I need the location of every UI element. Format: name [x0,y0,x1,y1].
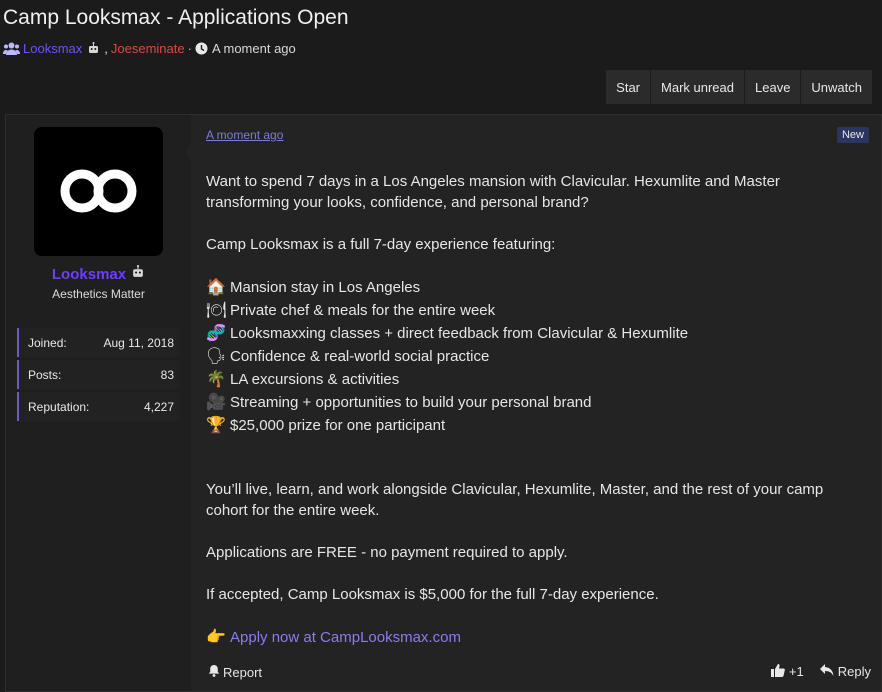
thread-time[interactable]: A moment ago [212,41,296,56]
feature-text: Confidence & real-world social practice [230,348,490,365]
pointing-hand-icon: 👉 [206,629,226,646]
reply-button[interactable]: Reply [819,664,871,679]
username[interactable]: Looksmax [6,265,191,283]
stat-label: Reputation: [28,399,90,414]
list-item: 🍽 Private chef & meals for the entire we… [206,299,846,322]
post-actions: +1 Reply [770,663,871,680]
list-item: 🌴 LA excursions & activities [206,368,846,391]
participant-looksmax-link[interactable]: Looksmax [23,41,82,56]
post-body: Want to spend 7 days in a Los Angeles ma… [206,171,846,649]
apply-link[interactable]: Apply now at CampLooksmax.com [230,627,461,648]
feature-list: 🏠 Mansion stay in Los Angeles 🍽 Private … [206,276,846,437]
thread-meta: Looksmax , Joeseminate · A moment ago [3,41,296,56]
house-icon: 🏠 [206,279,226,296]
feature-text: Private chef & meals for the entire week [230,302,496,319]
palm-tree-icon: 🌴 [206,371,226,388]
post-live-paragraph: You’ll live, learn, and work alongside C… [206,481,824,519]
leave-button[interactable]: Leave [744,70,801,104]
list-item: 🗣 Confidence & real-world social practic… [206,345,846,368]
reply-arrow-icon [819,664,834,679]
user-pane: Looksmax Aesthetics Matter Joined: Aug 1… [6,115,191,691]
feature-text: Mansion stay in Los Angeles [230,279,421,296]
post-timestamp-link[interactable]: A moment ago [206,128,283,142]
thread-title: Camp Looksmax - Applications Open [3,6,349,29]
user-title: Aesthetics Matter [52,287,145,301]
like-button[interactable]: +1 [770,663,804,680]
username-label: Looksmax [51,265,127,283]
plate-icon: 🍽 [206,302,227,319]
post-lead: Camp Looksmax is a full 7-day experience… [206,236,556,253]
list-item: 🎥 Streaming + opportunities to build you… [206,391,846,414]
post-cost-paragraph: If accepted, Camp Looksmax is $5,000 for… [206,586,659,603]
list-item: 🧬 Looksmaxxing classes + direct feedback… [206,322,846,345]
meta-dot: · [187,41,192,56]
feature-text: Looksmaxxing classes + direct feedback f… [230,325,689,342]
camera-icon: 🎥 [206,394,226,411]
participant-separator: , [104,41,108,56]
post-free-paragraph: Applications are FREE - no payment requi… [206,544,568,561]
speaking-head-icon: 🗣 [206,348,227,365]
feature-text: $25,000 prize for one participant [230,417,446,434]
list-item: 🏠 Mansion stay in Los Angeles [206,276,846,299]
stat-value: 4,227 [143,399,174,414]
unwatch-button[interactable]: Unwatch [800,70,872,104]
stat-posts: Posts: 83 [17,360,180,389]
robot-icon [87,42,100,55]
stat-label: Posts: [28,367,62,382]
stat-value: Aug 11, 2018 [103,335,174,350]
clock-icon [195,42,208,55]
post-content: A moment ago New Want to spend 7 days in… [192,115,881,691]
robot-icon [131,265,145,283]
thumbs-up-icon [770,663,785,680]
thread-toolbar: Star Mark unread Leave Unwatch [606,70,872,104]
dna-icon: 🧬 [206,325,226,342]
like-count: +1 [788,664,804,679]
post-pointer-arrow [184,143,192,159]
trophy-icon: 🏆 [206,417,226,434]
participant-joeseminate-link[interactable]: Joeseminate [111,41,185,56]
report-label: Report [223,664,263,680]
infinity-logo-icon [60,169,137,213]
star-button[interactable]: Star [606,70,651,104]
new-badge: New [836,127,869,143]
stat-label: Joined: [28,335,67,350]
stat-reputation: Reputation: 4,227 [17,392,180,421]
report-button[interactable]: Report [208,664,262,680]
bell-icon [208,664,220,680]
feature-text: Streaming + opportunities to build your … [230,394,592,411]
avatar[interactable] [34,127,163,256]
mark-unread-button[interactable]: Mark unread [650,70,744,104]
stat-value: 83 [160,367,174,382]
feature-text: LA excursions & activities [230,371,400,388]
list-item: 🏆 $25,000 prize for one participant [206,414,846,437]
apply-line: 👉 Apply now at CampLooksmax.com [206,626,846,649]
post-intro: Want to spend 7 days in a Los Angeles ma… [206,173,780,211]
stat-joined: Joined: Aug 11, 2018 [17,328,180,357]
reply-label: Reply [837,664,871,679]
users-icon [3,42,20,55]
post-container: Looksmax Aesthetics Matter Joined: Aug 1… [5,114,882,692]
